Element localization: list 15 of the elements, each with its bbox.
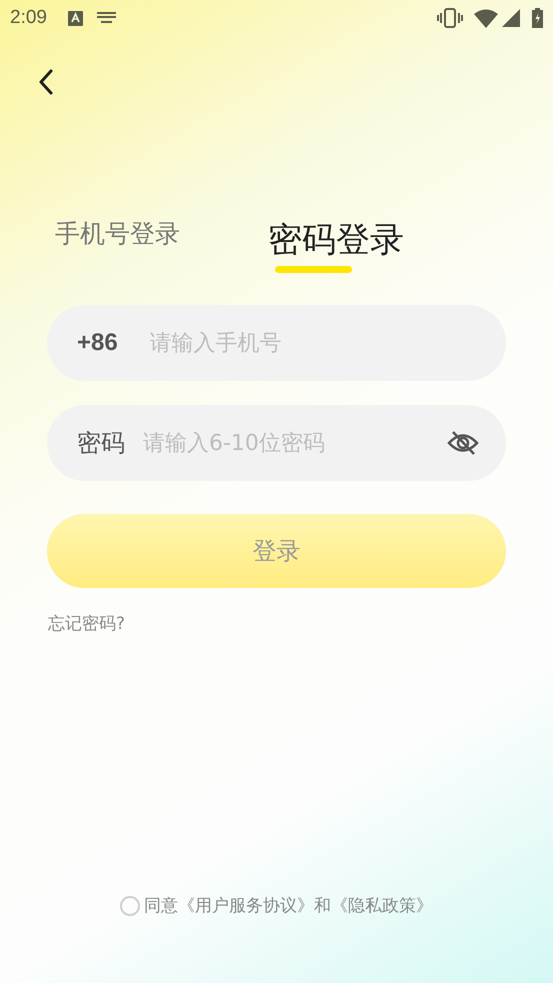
battery-icon bbox=[532, 8, 543, 28]
back-icon bbox=[39, 69, 53, 95]
login-tab[interactable]: 密码登录 bbox=[268, 220, 404, 265]
login-tab[interactable]: 手机号登录 bbox=[55, 219, 180, 265]
password-label: 密码 bbox=[77, 428, 125, 459]
vibrate-icon bbox=[437, 8, 463, 28]
agreement-text[interactable]: 同意《用户服务协议》和《隐私政策》 bbox=[144, 894, 433, 919]
agree-checkbox[interactable] bbox=[120, 896, 140, 916]
status-time: 2:09 bbox=[10, 6, 47, 30]
signal-icon bbox=[502, 9, 520, 27]
forgot-password-link[interactable]: 忘记密码? bbox=[48, 612, 126, 638]
country-code[interactable]: +86 bbox=[77, 325, 118, 361]
keyboard-icon bbox=[96, 12, 116, 24]
wifi-icon bbox=[474, 8, 498, 28]
font-icon bbox=[68, 10, 83, 26]
